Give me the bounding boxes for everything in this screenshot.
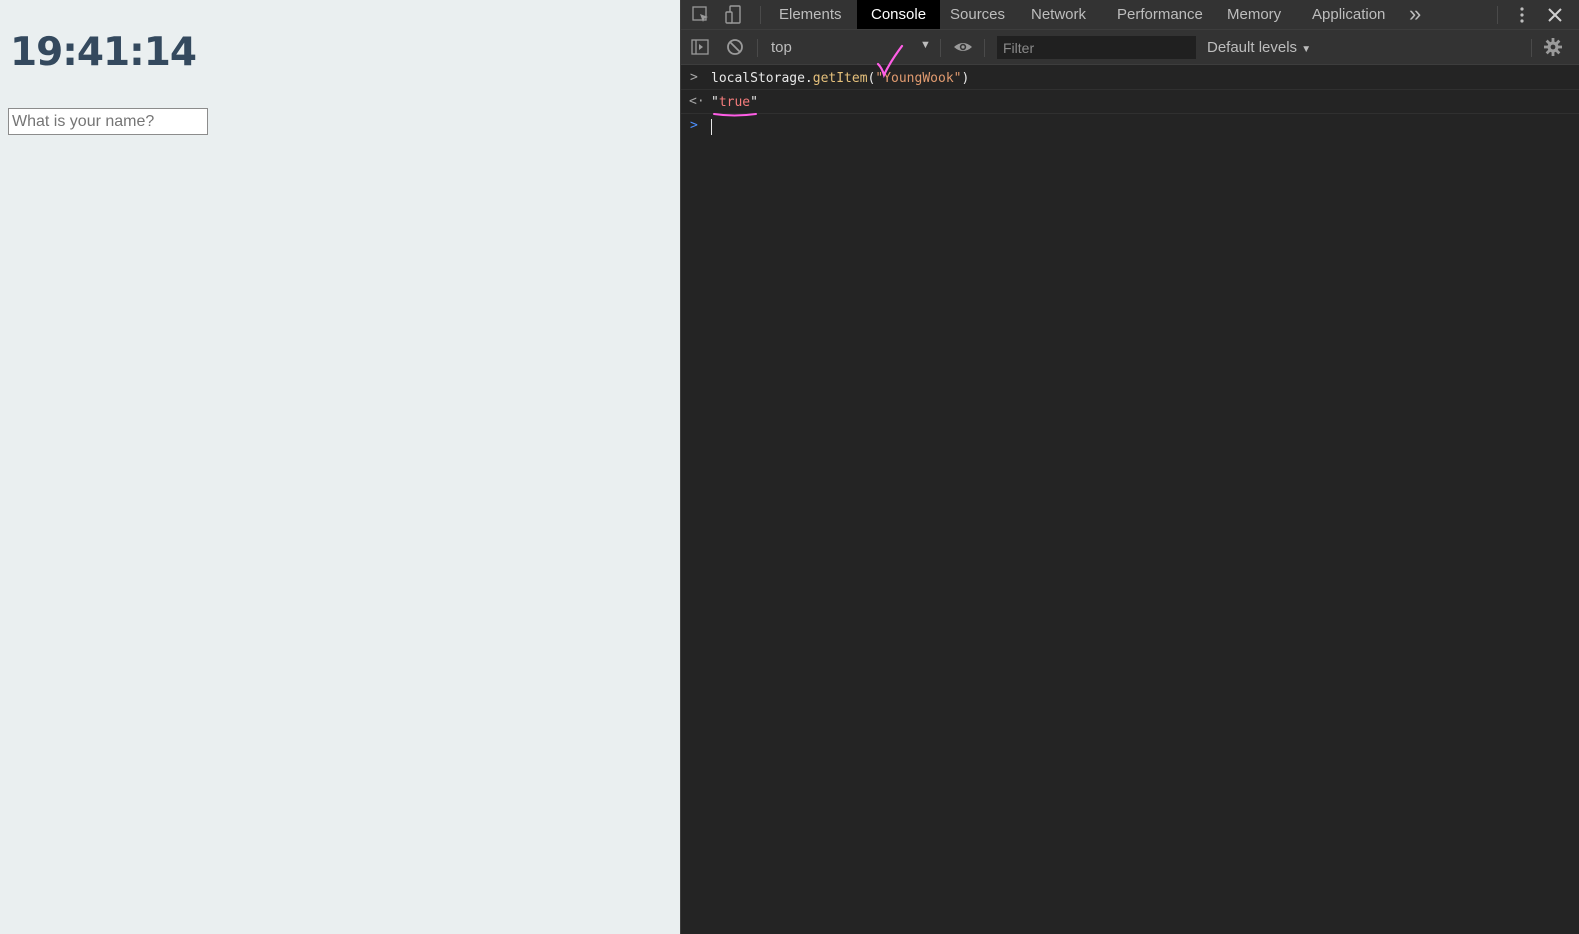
devtools-panel: Elements Console Sources Network Performance… (680, 0, 1579, 934)
more-tabs-icon[interactable]: » (1409, 2, 1433, 26)
kebab-menu-icon[interactable] (1512, 5, 1532, 25)
context-selector[interactable]: top (771, 39, 792, 56)
toolbar-separator (940, 39, 941, 57)
tab-network[interactable]: Network (1017, 0, 1100, 29)
result-prompt: <· (689, 94, 705, 109)
console-prompt-line[interactable]: > (681, 114, 1579, 138)
input-prompt: > (690, 70, 698, 85)
tabbar-separator (760, 6, 761, 24)
filter-input[interactable] (997, 36, 1196, 59)
tab-elements[interactable]: Elements (765, 0, 856, 29)
clear-console-icon[interactable] (725, 37, 745, 57)
console-result-line: <· "true" (681, 90, 1579, 114)
tab-console[interactable]: Console (857, 0, 941, 29)
tab-memory[interactable]: Memory (1213, 0, 1295, 29)
default-levels-arrow: ▼ (1301, 44, 1312, 55)
tabbar-separator (1497, 6, 1498, 24)
close-icon[interactable] (1545, 5, 1565, 25)
console-result[interactable]: "true" (711, 95, 758, 110)
console-caret[interactable] (711, 119, 712, 135)
context-dropdown-arrow[interactable]: ▼ (920, 39, 931, 51)
gear-icon[interactable] (1543, 37, 1563, 57)
sidebar-toggle-icon[interactable] (690, 37, 710, 57)
devtools-tabbar: Elements Console Sources Network Performance… (681, 0, 1579, 30)
default-levels-dropdown[interactable]: Default levels ▼ (1207, 39, 1311, 56)
toolbar-separator (1531, 39, 1532, 57)
web-page: 19:41:14 (0, 0, 680, 934)
console-input-line: > localStorage.getItem("YoungWook") (681, 66, 1579, 90)
eye-icon[interactable] (953, 37, 973, 57)
console-command[interactable]: localStorage.getItem("YoungWook") (711, 71, 969, 86)
toolbar-separator (757, 39, 758, 57)
active-prompt: > (690, 118, 698, 133)
console-output: > localStorage.getItem("YoungWook") <· "… (681, 66, 1579, 138)
console-toolbar: top ▼ Default levels ▼ (681, 30, 1579, 65)
device-toolbar-icon[interactable] (724, 5, 744, 25)
tab-application[interactable]: Application (1298, 0, 1399, 29)
clock-text: 19:41:14 (10, 30, 197, 75)
tab-sources[interactable]: Sources (936, 0, 1019, 29)
name-input[interactable] (8, 108, 208, 135)
inspect-element-icon[interactable] (691, 5, 711, 25)
tab-performance[interactable]: Performance (1103, 0, 1217, 29)
toolbar-separator (984, 39, 985, 57)
default-levels-label: Default levels (1207, 39, 1298, 56)
